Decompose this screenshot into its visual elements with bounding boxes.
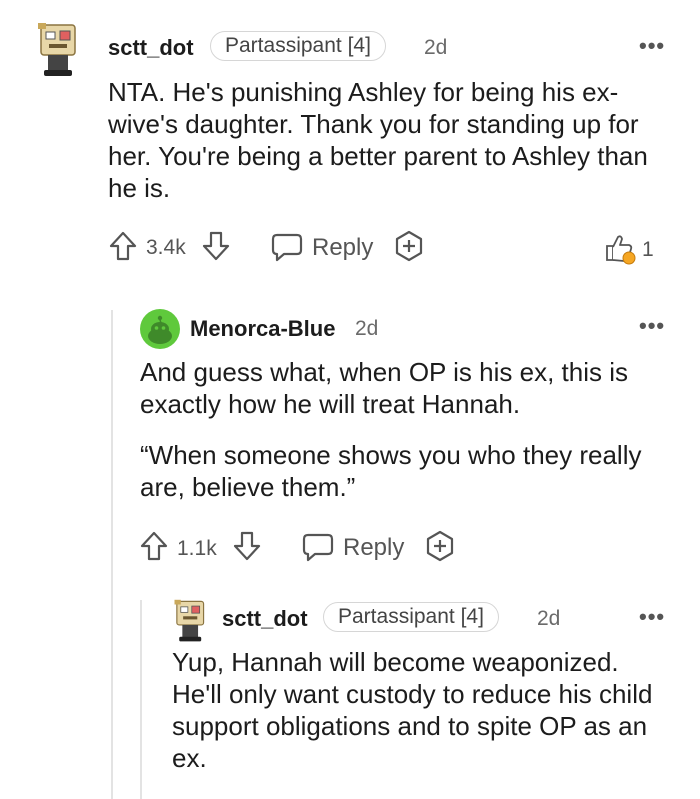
award-count: 1: [642, 238, 654, 261]
avatar[interactable]: [36, 22, 82, 78]
award-add-icon[interactable]: [424, 530, 456, 562]
comment-author[interactable]: sctt_dot: [108, 35, 194, 61]
thread-line-level-1[interactable]: [111, 310, 113, 799]
comment-body-paragraph: And guess what, when OP is his ex, this …: [140, 357, 628, 419]
comment-body: Yup, Hannah will become weaponized. He'l…: [172, 647, 653, 773]
comment-body: NTA. He's punishing Ashley for being his…: [108, 77, 648, 203]
reply-button[interactable]: Reply: [312, 234, 373, 262]
comment-timestamp: 2d: [537, 607, 561, 630]
comment-author[interactable]: Menorca-Blue: [190, 316, 335, 342]
vote-count: 3.4k: [146, 236, 186, 259]
more-options-button[interactable]: •••: [639, 313, 665, 339]
comment-timestamp: 2d: [424, 36, 448, 59]
avatar[interactable]: [172, 599, 210, 643]
reply-button[interactable]: Reply: [343, 534, 404, 562]
avatar[interactable]: [140, 309, 180, 349]
vote-count: 1.1k: [177, 537, 217, 560]
reply-icon[interactable]: [302, 532, 334, 562]
downvote-icon[interactable]: [232, 530, 262, 562]
reply-icon[interactable]: [271, 232, 303, 262]
thread-line-level-2[interactable]: [140, 600, 142, 799]
downvote-icon[interactable]: [201, 230, 231, 262]
comment-body-quote: “When someone shows you who they really …: [140, 440, 642, 502]
upvote-icon[interactable]: [108, 230, 138, 262]
comment-timestamp: 2d: [355, 317, 379, 340]
more-options-button[interactable]: •••: [639, 33, 665, 59]
upvote-icon[interactable]: [139, 530, 169, 562]
comment-author[interactable]: sctt_dot: [222, 606, 308, 632]
more-options-button[interactable]: •••: [639, 604, 665, 630]
award-add-icon[interactable]: [393, 230, 425, 262]
user-flair: Partassipant [4]: [323, 602, 499, 632]
user-flair: Partassipant [4]: [210, 31, 386, 61]
award-icon[interactable]: [603, 232, 637, 266]
